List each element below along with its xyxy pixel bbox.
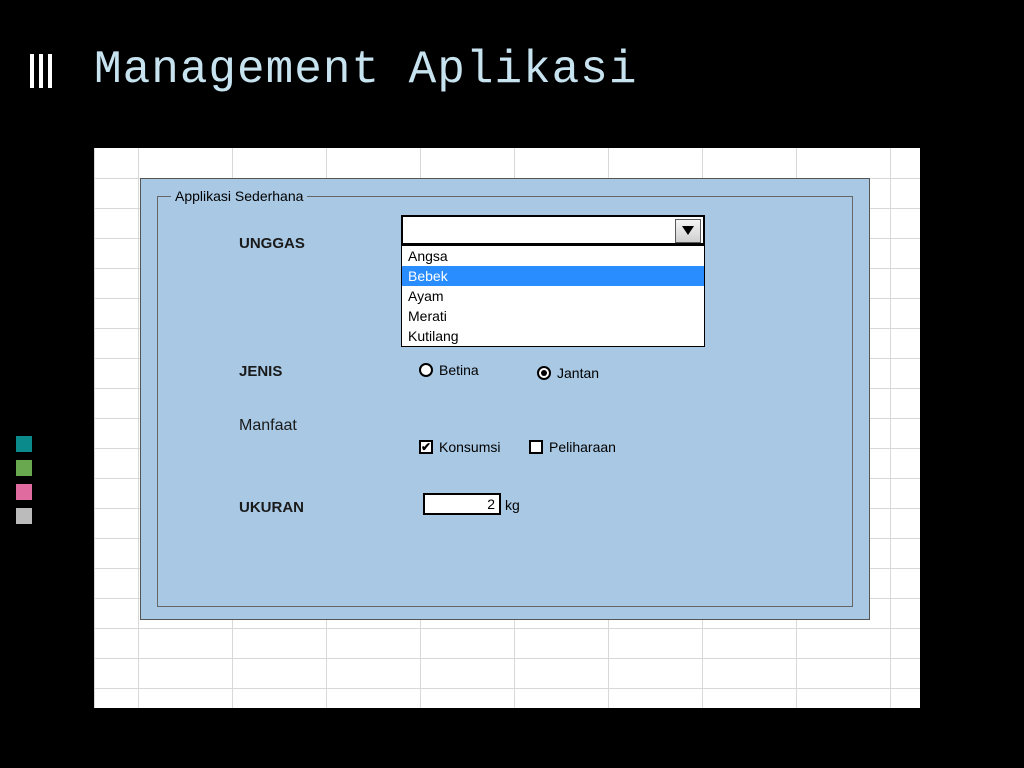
dropdown-option[interactable]: Merati	[402, 306, 704, 326]
dropdown-option[interactable]: Angsa	[402, 246, 704, 266]
label-jenis: JENIS	[239, 363, 282, 380]
dropdown-option[interactable]: Kutilang	[402, 326, 704, 346]
checkbox-konsumsi[interactable]: ✔ Konsumsi	[419, 439, 500, 455]
form-panel: Applikasi Sederhana UNGGAS JENIS Manfaat…	[140, 178, 870, 620]
checkbox-icon	[529, 440, 543, 454]
slide-title: Management Aplikasi	[94, 44, 638, 96]
fieldset-legend: Applikasi Sederhana	[171, 188, 307, 204]
unggas-combobox[interactable]	[401, 215, 705, 245]
dropdown-option[interactable]: Bebek	[402, 266, 704, 286]
label-manfaat: Manfaat	[239, 417, 297, 435]
radio-jantan-label: Jantan	[557, 365, 599, 381]
ukuran-input[interactable]: 2	[423, 493, 501, 515]
label-ukuran: UKURAN	[239, 499, 304, 516]
spreadsheet-area: Applikasi Sederhana UNGGAS JENIS Manfaat…	[94, 148, 920, 708]
decoration-top-bars	[30, 54, 52, 88]
checkbox-konsumsi-label: Konsumsi	[439, 439, 500, 455]
decoration-bottom-squares	[16, 436, 32, 524]
label-unggas: UNGGAS	[239, 235, 305, 252]
dropdown-option[interactable]: Ayam	[402, 286, 704, 306]
unggas-dropdown-list[interactable]: AngsaBebekAyamMeratiKutilang	[401, 245, 705, 347]
checkbox-peliharaan-label: Peliharaan	[549, 439, 616, 455]
dropdown-toggle-button[interactable]	[675, 219, 701, 243]
radio-betina[interactable]: Betina	[419, 362, 479, 378]
ukuran-unit: kg	[505, 497, 520, 513]
radio-betina-label: Betina	[439, 362, 479, 378]
chevron-down-icon	[682, 226, 694, 236]
checkbox-peliharaan[interactable]: Peliharaan	[529, 439, 616, 455]
radio-jantan[interactable]: Jantan	[537, 365, 599, 381]
checkbox-icon: ✔	[419, 440, 433, 454]
radio-icon	[537, 366, 551, 380]
radio-icon	[419, 363, 433, 377]
